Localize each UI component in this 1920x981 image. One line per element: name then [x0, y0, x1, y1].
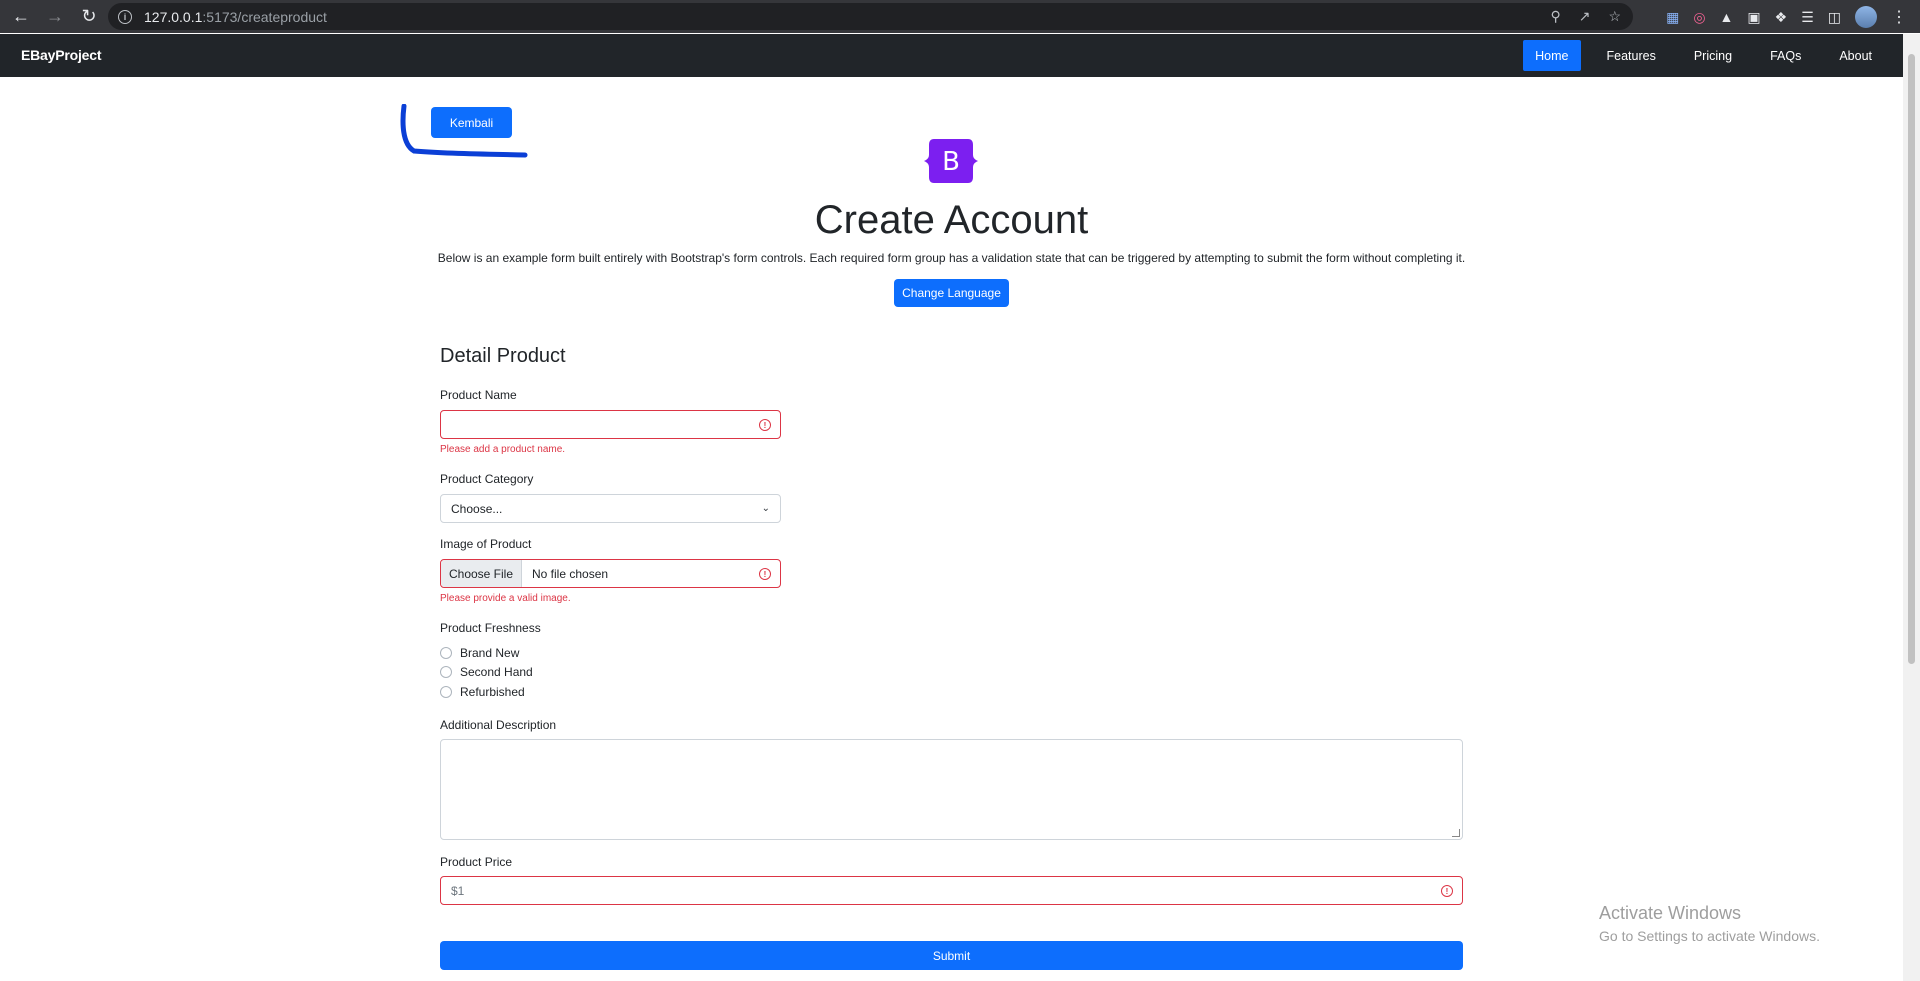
chevron-down-icon: ⌄ [761, 503, 770, 514]
freshness-label: Product Freshness [440, 621, 541, 635]
product-name-label: Product Name [440, 388, 517, 402]
nav-link-pricing[interactable]: Pricing [1682, 40, 1744, 71]
image-file-input[interactable]: Choose File No file chosen ! [440, 559, 781, 588]
watermark-subtitle: Go to Settings to activate Windows. [1599, 928, 1820, 944]
product-category-select[interactable]: Choose... ⌄ [440, 494, 781, 523]
change-language-button[interactable]: Change Language [894, 279, 1009, 307]
address-url: 127.0.0.1:5173/createproduct [144, 8, 327, 25]
address-bar[interactable]: i 127.0.0.1:5173/createproduct ⚲ ↗ ☆ [108, 3, 1633, 30]
back-arrow-icon[interactable]: ← [8, 4, 34, 30]
product-name-error: Please add a product name. [440, 444, 566, 455]
image-error: Please provide a valid image. [440, 593, 571, 604]
extension-cat-icon[interactable]: ▲ [1720, 9, 1734, 25]
radio-second-hand[interactable]: Second Hand [440, 665, 533, 679]
watermark-title: Activate Windows [1599, 903, 1742, 923]
radio-button[interactable] [440, 686, 452, 698]
file-status-text: No file chosen [532, 567, 609, 581]
resize-grip-icon[interactable] [1452, 829, 1460, 837]
site-info-icon[interactable]: i [118, 9, 132, 24]
media-list-icon[interactable]: ☰ [1801, 9, 1814, 26]
browser-toolbar: ← → ↻ i 127.0.0.1:5173/createproduct ⚲ ↗… [0, 0, 1920, 33]
radio-refurbished[interactable]: Refurbished [440, 685, 525, 699]
side-panel-icon[interactable]: ◫ [1828, 9, 1841, 26]
description-textarea[interactable] [440, 739, 1463, 840]
image-label: Image of Product [440, 537, 532, 551]
nav-link-features[interactable]: Features [1595, 40, 1668, 71]
price-label: Product Price [440, 855, 513, 869]
invalid-warning-icon: ! [1441, 885, 1453, 897]
invalid-warning-icon: ! [759, 419, 771, 431]
nav-link-faqs[interactable]: FAQs [1758, 40, 1813, 71]
radio-button[interactable] [440, 666, 452, 678]
extension-bag-icon[interactable]: ▣ [1747, 9, 1760, 26]
product-name-input[interactable]: ! [440, 410, 781, 439]
share-icon[interactable]: ↗ [1579, 8, 1591, 25]
zoom-icon[interactable]: ⚲ [1550, 8, 1560, 25]
extensions-puzzle-icon[interactable]: ❖ [1775, 9, 1788, 26]
bookmark-star-icon[interactable]: ☆ [1608, 8, 1621, 25]
page-lead-text: Below is an example form built entirely … [437, 251, 1466, 265]
reload-icon[interactable]: ↻ [76, 4, 102, 30]
submit-button[interactable]: Submit [440, 941, 1463, 970]
navbar-brand[interactable]: EBayProject [21, 47, 101, 63]
price-input[interactable]: $1 ! [440, 876, 1463, 905]
invalid-warning-icon: ! [759, 568, 771, 580]
profile-avatar[interactable] [1855, 6, 1877, 28]
page-title: Create Account [814, 198, 1089, 242]
radio-brand-new[interactable]: Brand New [440, 646, 519, 660]
back-button[interactable]: Kembali [431, 107, 512, 138]
menu-dots-icon[interactable]: ⋮ [1891, 7, 1907, 27]
description-label: Additional Description [440, 718, 557, 732]
choose-file-button[interactable]: Choose File [441, 560, 522, 587]
page-scrollbar[interactable] [1903, 34, 1920, 981]
scrollbar-thumb[interactable] [1908, 54, 1915, 664]
site-navbar: EBayProject Home Features Pricing FAQs A… [0, 34, 1903, 77]
product-category-label: Product Category [440, 472, 534, 486]
bootstrap-logo: B [924, 139, 978, 183]
radio-button[interactable] [440, 647, 452, 659]
extension-circle-icon[interactable]: ◎ [1693, 9, 1705, 26]
logo-letter: B [942, 147, 960, 177]
nav-link-home[interactable]: Home [1523, 40, 1581, 71]
nav-links: Home Features Pricing FAQs About [1509, 40, 1884, 71]
nav-link-about[interactable]: About [1827, 40, 1884, 71]
form-heading: Detail Product [440, 345, 566, 367]
windows-activation-watermark: Activate Windows Go to Settings to activ… [1599, 903, 1820, 944]
translate-extension-icon[interactable]: ▦ [1666, 9, 1679, 26]
forward-arrow-icon[interactable]: → [42, 4, 68, 30]
